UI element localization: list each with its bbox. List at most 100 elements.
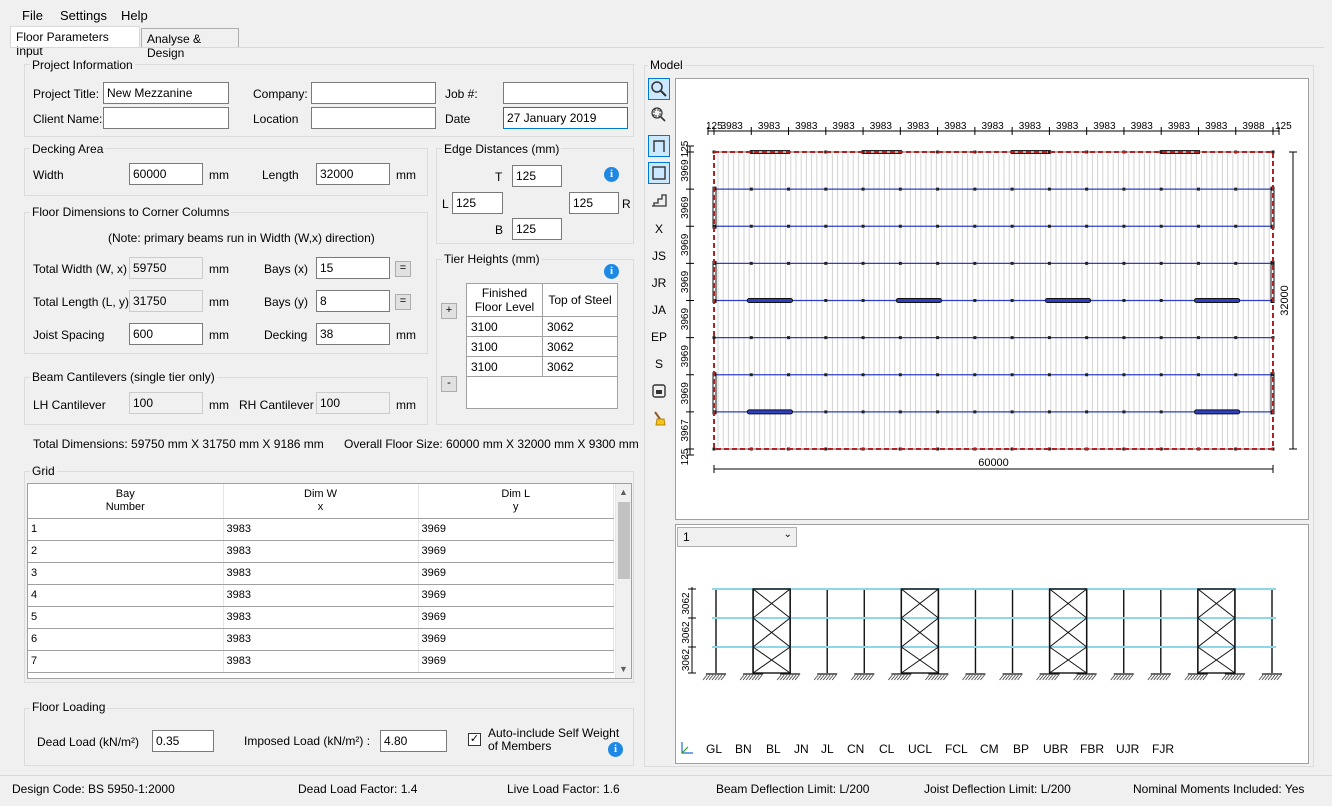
layer-ucl[interactable]: UCL	[908, 742, 932, 756]
add-tier-button[interactable]: +	[441, 303, 457, 319]
tier-row[interactable]: 3100 3062	[466, 336, 618, 357]
edge-r-input[interactable]: 125	[569, 192, 619, 214]
grid-dimw[interactable]: 3983	[223, 562, 419, 585]
remove-tier-button[interactable]: -	[441, 376, 457, 392]
menu-settings[interactable]: Settings	[60, 8, 107, 23]
company-input[interactable]	[311, 82, 436, 104]
grid-diml[interactable]: 3969	[418, 562, 614, 585]
layer-jl[interactable]: JL	[821, 742, 834, 756]
tier-info-icon[interactable]: i	[604, 264, 619, 279]
table-row[interactable]: 5 3983 3969	[28, 606, 614, 629]
table-row[interactable]: 6 3983 3969	[28, 628, 614, 651]
table-row[interactable]: 7 3983 3969	[28, 650, 614, 673]
layer-cm[interactable]: CM	[980, 742, 999, 756]
plan-view-icon[interactable]	[648, 162, 670, 184]
layer-fjr[interactable]: FJR	[1152, 742, 1174, 756]
grid-dimw[interactable]: 3983	[223, 628, 419, 651]
decking-length-input[interactable]: 32000	[316, 163, 390, 185]
auto-self-weight-checkbox[interactable]: ✓	[468, 733, 481, 746]
layer-cn[interactable]: CN	[847, 742, 864, 756]
tier-select[interactable]: 1 ⌄	[677, 527, 797, 547]
decking-thickness-input[interactable]: 38	[316, 323, 390, 345]
table-row[interactable]: 3 3983 3969	[28, 562, 614, 585]
save-view-icon[interactable]	[648, 381, 670, 403]
tier-row[interactable]: 3100 3062	[466, 356, 618, 377]
scroll-thumb[interactable]	[618, 502, 630, 579]
scroll-up-icon[interactable]: ▲	[619, 487, 628, 497]
grid-diml[interactable]: 3969	[418, 628, 614, 651]
grid-dimw[interactable]: 3983	[223, 584, 419, 607]
decking-width-input[interactable]: 60000	[129, 163, 203, 185]
tier-row[interactable]: 3100 3062	[466, 316, 618, 337]
layer-bp[interactable]: BP	[1013, 742, 1029, 756]
layer-fcl[interactable]: FCL	[945, 742, 968, 756]
edge-t-input[interactable]: 125	[512, 165, 562, 187]
layer-jn[interactable]: JN	[794, 742, 809, 756]
grid-scrollbar[interactable]: ▲ ▼	[615, 484, 631, 678]
grid-dimw[interactable]: 3983	[223, 650, 419, 673]
grid-diml[interactable]: 3969	[418, 540, 614, 563]
layer-bl[interactable]: BL	[766, 742, 781, 756]
tier-tos[interactable]: 3062	[542, 316, 618, 337]
tool-s[interactable]: S	[648, 353, 670, 375]
table-row[interactable]: 1 3983 3969	[28, 518, 614, 541]
clear-brush-icon[interactable]	[648, 408, 670, 430]
tier-tos[interactable]: 3062	[542, 356, 618, 377]
tab-analyse-design[interactable]: Analyse & Design	[141, 28, 239, 60]
tool-jr[interactable]: JR	[648, 272, 670, 294]
layer-gl[interactable]: GL	[706, 742, 722, 756]
tab-floor-parameters[interactable]: Floor Parameters Input	[10, 26, 140, 58]
layer-cl[interactable]: CL	[879, 742, 894, 756]
layer-fbr[interactable]: FBR	[1080, 742, 1104, 756]
stairs-icon[interactable]	[648, 190, 670, 212]
bays-x-equal-button[interactable]: =	[395, 261, 411, 277]
dead-load-input[interactable]: 0.35	[152, 730, 214, 752]
tool-js[interactable]: JS	[648, 245, 670, 267]
grid-dimw[interactable]: 3983	[223, 540, 419, 563]
tool-x[interactable]: X	[648, 218, 670, 240]
scroll-down-icon[interactable]: ▼	[619, 664, 628, 674]
edge-b-input[interactable]: 125	[512, 218, 562, 240]
grid-col-bay-line1: Bay	[115, 487, 135, 500]
loading-info-icon[interactable]: i	[608, 742, 623, 757]
table-row[interactable]: 4 3983 3969	[28, 584, 614, 607]
tool-ja[interactable]: JA	[648, 299, 670, 321]
tool-ep[interactable]: EP	[648, 326, 670, 348]
top-dimension-label: 3983	[870, 121, 893, 132]
joist-spacing-input[interactable]: 600	[129, 323, 203, 345]
column-node	[787, 187, 791, 191]
grid-dimw[interactable]: 3983	[223, 606, 419, 629]
grid-dimw[interactable]: 3983	[223, 518, 419, 541]
tier-ffl[interactable]: 3100	[466, 336, 543, 357]
grid-diml[interactable]: 3969	[418, 650, 614, 673]
layer-ujr[interactable]: UJR	[1116, 742, 1139, 756]
imposed-load-input[interactable]: 4.80	[380, 730, 447, 752]
bays-y-input[interactable]: 8	[316, 290, 390, 312]
grid-diml[interactable]: 3969	[418, 518, 614, 541]
axes-icon[interactable]	[680, 741, 694, 758]
table-row[interactable]: 2 3983 3969	[28, 540, 614, 563]
bays-y-equal-button[interactable]: =	[395, 294, 411, 310]
elevation-view-canvas[interactable]: 3062 3062 3062	[675, 524, 1309, 764]
zoom-icon[interactable]	[648, 78, 670, 100]
plan-view-canvas[interactable]: 125 3983 3983 3983 3983 3983 3983 3983 3983 3983 3…	[675, 78, 1309, 520]
tier-ffl[interactable]: 3100	[466, 356, 543, 377]
grid-diml[interactable]: 3969	[418, 584, 614, 607]
layer-bn[interactable]: BN	[735, 742, 752, 756]
zoom-window-icon[interactable]	[648, 105, 670, 127]
select-frame-icon[interactable]	[648, 135, 670, 157]
edge-l-input[interactable]: 125	[452, 192, 503, 214]
bays-x-input[interactable]: 15	[316, 257, 390, 279]
project-title-input[interactable]: New Mezzanine	[103, 82, 229, 104]
location-input[interactable]	[311, 107, 436, 129]
menu-file[interactable]: File	[22, 8, 43, 23]
tier-ffl[interactable]: 3100	[466, 316, 543, 337]
tier-tos[interactable]: 3062	[542, 336, 618, 357]
layer-ubr[interactable]: UBR	[1043, 742, 1068, 756]
client-name-input[interactable]	[103, 107, 229, 129]
job-input[interactable]	[503, 82, 628, 104]
menu-help[interactable]: Help	[121, 8, 148, 23]
date-input[interactable]: 27 January 2019	[503, 107, 628, 129]
grid-diml[interactable]: 3969	[418, 606, 614, 629]
edge-info-icon[interactable]: i	[604, 167, 619, 182]
